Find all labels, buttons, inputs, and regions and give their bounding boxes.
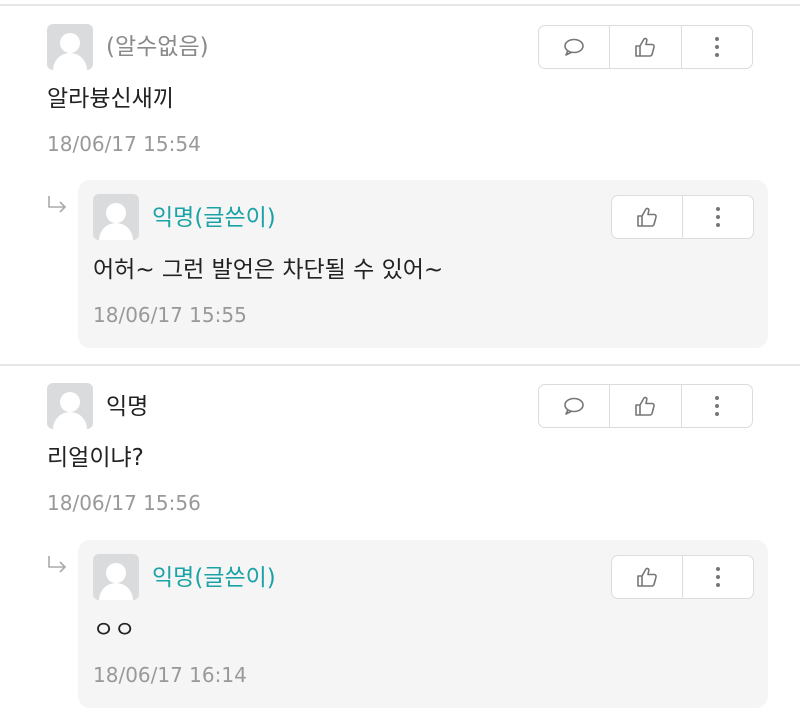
reply-arrow-icon [48, 196, 67, 213]
reply-content: 어허~ 그런 발언은 차단될 수 있어~ [93, 257, 444, 283]
avatar[interactable] [93, 194, 139, 240]
like-button[interactable] [612, 196, 682, 238]
comment-date: 18/06/17 15:56 [47, 491, 201, 515]
comment-author[interactable]: (알수없음) [106, 33, 209, 61]
vertical-dots-icon [714, 396, 719, 416]
vertical-dots-icon [716, 207, 720, 227]
vertical-dots-icon [714, 37, 719, 57]
comment-actions [538, 25, 753, 69]
avatar[interactable] [47, 383, 93, 429]
comment-content: 리얼이냐? [47, 445, 144, 471]
reply-button[interactable] [539, 26, 609, 68]
reply-card: 익명(글쓴이) 어허~ 그런 발언은 차단될 수 있어~ 18/06/17 15… [78, 180, 768, 348]
reply-content: ㅇㅇ [93, 617, 136, 643]
thumbs-up-icon [635, 396, 656, 416]
reply-actions [611, 555, 754, 599]
top-divider [0, 4, 800, 6]
speech-bubble-icon [564, 397, 584, 415]
more-button[interactable] [680, 385, 752, 427]
reply-button[interactable] [539, 385, 609, 427]
comment-date: 18/06/17 15:54 [47, 132, 201, 156]
thumbs-up-icon [637, 567, 657, 587]
like-button[interactable] [609, 26, 680, 68]
reply-card: 익명(글쓴이) ㅇㅇ 18/06/17 16:14 [78, 540, 768, 708]
speech-bubble-icon [564, 38, 584, 56]
like-button[interactable] [612, 556, 682, 598]
comment-actions [538, 384, 753, 428]
reply-date: 18/06/17 15:55 [93, 303, 247, 327]
like-button[interactable] [609, 385, 680, 427]
avatar[interactable] [93, 554, 139, 600]
vertical-dots-icon [716, 567, 720, 587]
comment-author[interactable]: 익명 [106, 393, 148, 421]
more-button[interactable] [680, 26, 752, 68]
reply-date: 18/06/17 16:14 [93, 663, 247, 687]
comment-divider [0, 364, 800, 366]
reply-actions [611, 195, 754, 239]
thumbs-up-icon [635, 37, 656, 57]
reply-author[interactable]: 익명(글쓴이) [152, 204, 276, 232]
avatar[interactable] [47, 24, 93, 70]
reply-author[interactable]: 익명(글쓴이) [152, 564, 276, 592]
more-button[interactable] [682, 556, 753, 598]
comment-content: 알라븅신새끼 [47, 86, 174, 112]
reply-arrow-icon [48, 556, 67, 573]
thumbs-up-icon [637, 207, 657, 227]
more-button[interactable] [682, 196, 753, 238]
